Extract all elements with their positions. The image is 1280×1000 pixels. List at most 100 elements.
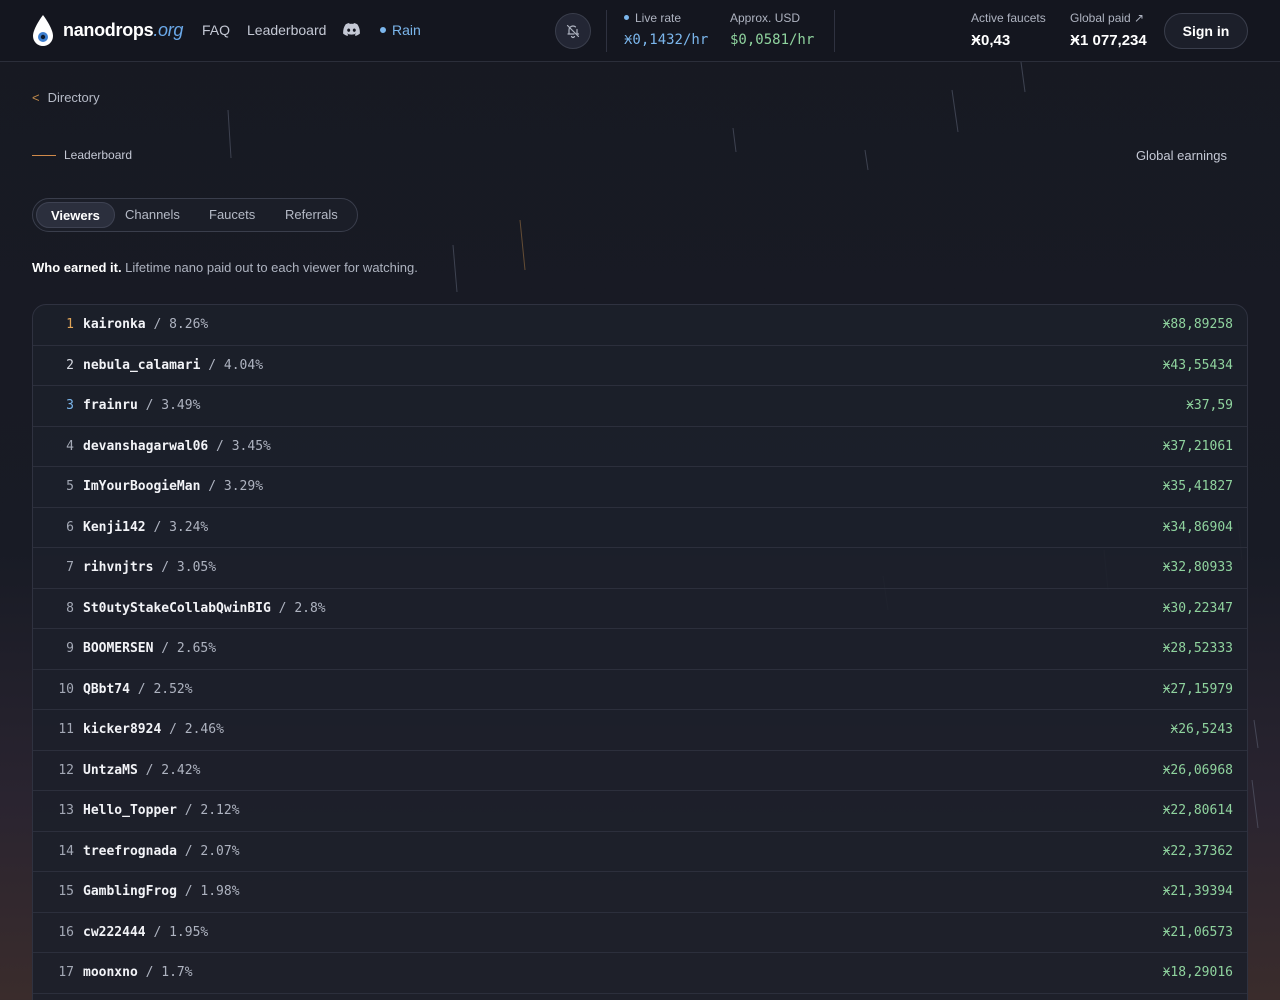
description-bold: Who earned it. [32, 260, 122, 275]
row-username-cell: devanshagarwal06 / 3.45% [83, 439, 271, 454]
row-username: treefrognada [83, 843, 177, 859]
row-percent: / 3.29% [200, 479, 264, 494]
row-amount: Ӿ28,52333 [1162, 641, 1233, 656]
row-username: nebula_calamari [83, 357, 201, 373]
header-divider [606, 10, 607, 52]
row-rank: 8 [66, 600, 74, 616]
table-row[interactable]: 15 GamblingFrog / 1.98% Ӿ21,39394 [33, 872, 1247, 913]
tab-faucets[interactable]: Faucets [209, 207, 255, 222]
discord-icon[interactable] [343, 23, 360, 37]
row-username-cell: Hello_Topper / 2.12% [83, 803, 240, 818]
row-username: ImYourBoogieMan [83, 479, 201, 494]
nav-rain[interactable]: Rain [380, 22, 421, 38]
table-row[interactable]: 6 Kenji142 / 3.24% Ӿ34,86904 [33, 508, 1247, 548]
row-amount: Ӿ22,37362 [1162, 843, 1233, 859]
row-percent: / 1.7% [137, 965, 193, 980]
row-username: cw222444 [83, 924, 146, 940]
table-row[interactable]: 5 ImYourBoogieMan / 3.29% Ӿ35,41827 [33, 467, 1247, 508]
brand-tld: .org [153, 20, 184, 40]
row-rank: 2 [66, 357, 74, 373]
brand-name[interactable]: nanodrops.org [63, 20, 183, 41]
row-username: QBbt74 [83, 681, 130, 697]
row-amount: Ӿ18,29016 [1162, 965, 1233, 980]
row-percent: / 3.45% [208, 438, 271, 454]
row-percent: / 2.8% [270, 600, 326, 616]
back-to-directory-link[interactable]: < Directory [32, 90, 100, 105]
table-row[interactable]: 11 kicker8924 / 2.46% Ӿ26,5243 [33, 710, 1247, 751]
global-earnings-label: Global earnings [1135, 148, 1227, 163]
tab-description: Who earned it. Lifetime nano paid out to… [32, 260, 418, 275]
row-username: BOOMERSEN [83, 641, 154, 656]
table-row[interactable]: 8 St0utyStakeCollabQwinBIG / 2.8% Ӿ30,2234… [33, 589, 1247, 629]
table-row[interactable]: 7 rihvnjtrs / 3.05% Ӿ32,80933 [33, 548, 1247, 589]
table-row[interactable]: 9 BOOMERSEN / 2.65% Ӿ28,52333 [33, 629, 1247, 670]
back-link-label: Directory [47, 90, 100, 105]
active-faucets-value: Ӿ0,43 [971, 32, 1011, 49]
row-username-cell: St0utyStakeCollabQwinBIG / 2.8% [83, 601, 326, 616]
row-username: kaironka [83, 317, 146, 332]
row-amount: Ӿ37,21061 [1162, 438, 1233, 454]
row-percent: / 3.05% [153, 560, 217, 575]
row-percent: / 1.95% [145, 924, 209, 940]
row-username: kicker8924 [83, 722, 162, 737]
tab-channels[interactable]: Channels [125, 207, 180, 222]
nav-faq[interactable]: FAQ [202, 22, 230, 38]
row-username-cell: QBbt74 / 2.52% [83, 682, 193, 697]
table-row[interactable]: 4 devanshagarwal06 / 3.45% Ӿ37,21061 [33, 427, 1247, 467]
row-username-cell: ImYourBoogieMan / 3.29% [83, 479, 263, 494]
row-amount: Ӿ30,22347 [1162, 600, 1233, 616]
row-percent: / 2.12% [176, 803, 240, 818]
table-row[interactable]: 16 cw222444 / 1.95% Ӿ21,06573 [33, 913, 1247, 953]
approx-usd-value: $0,0581/hr [730, 32, 815, 48]
row-rank: 14 [58, 843, 74, 859]
tab-referrals[interactable]: Referrals [285, 207, 338, 222]
row-percent: / 4.04% [200, 357, 264, 373]
table-row[interactable]: 14 treefrognada / 2.07% Ӿ22,37362 [33, 832, 1247, 872]
row-rank: 13 [58, 803, 74, 818]
bell-off-icon [566, 24, 580, 39]
row-amount: Ӿ37,59 [1186, 398, 1233, 413]
leaderboard-table: 1 kaironka / 8.26% Ӿ88,89258 2 nebula_calama… [32, 304, 1248, 1000]
chevron-left-icon: < [32, 90, 40, 105]
row-username: devanshagarwal06 [83, 438, 209, 454]
section-title: Leaderboard [64, 148, 133, 162]
global-paid-link[interactable]: Global paid ↗ [1070, 11, 1144, 25]
description-text: Lifetime nano paid out to each viewer fo… [121, 260, 418, 275]
table-row[interactable]: 10 QBbt74 / 2.52% Ӿ27,15979 [33, 670, 1247, 710]
table-row[interactable]: 3 frainru / 3.49% Ӿ37,59 [33, 386, 1247, 427]
row-username: St0utyStakeCollabQwinBIG [83, 600, 271, 616]
droplet-logo-icon[interactable] [31, 14, 55, 48]
row-amount: Ӿ88,89258 [1162, 317, 1233, 332]
row-username-cell: Kenji142 / 3.24% [83, 520, 208, 535]
row-username: Kenji142 [83, 519, 146, 535]
row-username: moonxno [83, 965, 138, 980]
nav-leaderboard[interactable]: Leaderboard [247, 22, 326, 38]
table-row[interactable]: 2 nebula_calamari / 4.04% Ӿ43,55434 [33, 346, 1247, 386]
row-username-cell: kaironka / 8.26% [83, 317, 208, 332]
row-username-cell: rihvnjtrs / 3.05% [83, 560, 216, 575]
live-rate-label: Live rate [624, 11, 681, 25]
sign-in-button[interactable]: Sign in [1164, 13, 1248, 49]
row-rank: 9 [66, 641, 74, 656]
row-rank: 7 [66, 560, 74, 575]
row-username-cell: moonxno / 1.7% [83, 965, 193, 980]
row-amount: Ӿ22,80614 [1162, 803, 1233, 818]
notifications-toggle-button[interactable] [555, 13, 591, 49]
row-amount: Ӿ26,06968 [1162, 762, 1233, 778]
row-username-cell: kicker8924 / 2.46% [83, 722, 224, 737]
table-row[interactable]: 1 kaironka / 8.26% Ӿ88,89258 [33, 305, 1247, 346]
rain-indicator-dot [380, 27, 386, 33]
table-row[interactable]: 12 UntzaMS / 2.42% Ӿ26,06968 [33, 751, 1247, 791]
table-row[interactable]: 13 Hello_Topper / 2.12% Ӿ22,80614 [33, 791, 1247, 832]
row-percent: / 3.49% [137, 398, 201, 413]
row-username-cell: cw222444 / 1.95% [83, 925, 208, 940]
row-rank: 6 [66, 519, 74, 535]
tab-viewers[interactable]: Viewers [36, 202, 115, 228]
row-username-cell: BOOMERSEN / 2.65% [83, 641, 216, 656]
row-rank: 10 [58, 681, 74, 697]
row-percent: / 8.26% [145, 317, 209, 332]
row-username: UntzaMS [83, 762, 138, 778]
table-row[interactable]: 17 moonxno / 1.7% Ӿ18,29016 [33, 953, 1247, 994]
row-percent: / 2.07% [176, 843, 240, 859]
row-amount: Ӿ21,06573 [1162, 924, 1233, 940]
